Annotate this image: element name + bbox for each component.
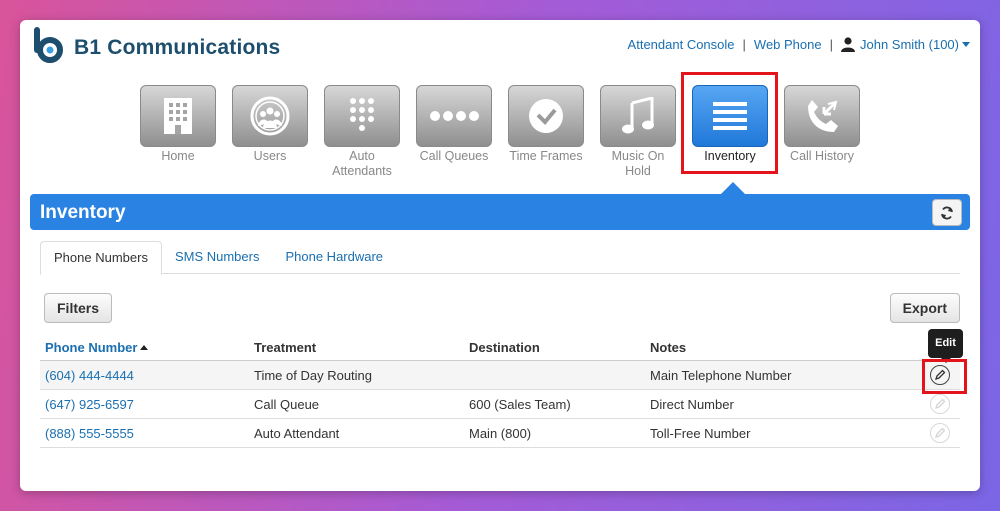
users-icon [232, 85, 308, 147]
building-icon [140, 85, 216, 147]
phone-number-link[interactable]: (604) 444-4444 [45, 368, 134, 383]
user-icon [841, 37, 855, 52]
nav-home[interactable]: Home [140, 85, 216, 179]
nav-label: Music On Hold [611, 149, 665, 178]
phone-numbers-table: Phone Number Treatment Destination Notes… [40, 335, 960, 448]
refresh-button[interactable] [932, 199, 962, 226]
separator: | [829, 37, 833, 52]
tab-phone-hardware[interactable]: Phone Hardware [272, 241, 396, 274]
export-button[interactable]: Export [889, 293, 960, 323]
phone-number-link[interactable]: (888) 555-5555 [45, 426, 134, 441]
edit-tooltip: Edit [928, 329, 963, 358]
separator: | [742, 37, 746, 52]
dots-icon [416, 85, 492, 147]
b1-logo-icon [30, 24, 66, 64]
edit-button[interactable] [930, 394, 950, 414]
column-phone-number[interactable]: Phone Number [40, 340, 254, 355]
column-notes: Notes [650, 340, 687, 355]
column-treatment: Treatment [254, 340, 317, 355]
nav-label: Call History [790, 149, 854, 163]
filters-button[interactable]: Filters [44, 293, 113, 323]
pencil-icon [934, 427, 946, 439]
destination-cell: 600 (Sales Team) [469, 396, 571, 412]
tab-phone-numbers[interactable]: Phone Numbers [40, 241, 162, 275]
highlight-box [681, 72, 778, 174]
phone-number-link[interactable]: (647) 925-6597 [45, 397, 134, 412]
treatment-cell: Call Queue [254, 396, 320, 412]
column-destination: Destination [469, 340, 540, 355]
page-banner: Inventory [30, 194, 970, 230]
page-title: Inventory [40, 202, 126, 223]
main-card: B1 Communications Attendant Console | We… [20, 20, 980, 491]
call-history-icon [784, 85, 860, 147]
active-pointer [721, 182, 745, 194]
web-phone-link[interactable]: Web Phone [754, 37, 822, 52]
nav-label: Call Queues [419, 149, 489, 163]
table-row: (888) 555-5555 Auto Attendant Main (800)… [40, 419, 960, 448]
caret-down-icon [962, 42, 970, 47]
nav-users[interactable]: Users [232, 85, 308, 179]
destination-cell: Main (800) [469, 425, 532, 441]
treatment-cell: Time of Day Routing [254, 367, 373, 383]
nav-label: Time Frames [509, 149, 583, 163]
pencil-icon [934, 398, 946, 410]
nav-time-frames[interactable]: Time Frames [508, 85, 584, 179]
sort-asc-icon [140, 345, 149, 350]
tab-sms-numbers[interactable]: SMS Numbers [162, 241, 273, 274]
nav-auto-attendants[interactable]: Auto Attendants [324, 85, 400, 179]
attendant-console-link[interactable]: Attendant Console [628, 37, 735, 52]
treatment-cell: Auto Attendant [254, 425, 340, 441]
brand-logo[interactable]: B1 Communications [30, 24, 280, 64]
notes-cell: Main Telephone Number [650, 367, 792, 383]
nav-label: Users [253, 149, 287, 163]
user-name: John Smith (100) [860, 37, 959, 52]
top-links: Attendant Console | Web Phone | John Smi… [628, 37, 970, 52]
user-menu[interactable]: John Smith (100) [841, 37, 970, 52]
highlight-box [922, 359, 967, 394]
notes-cell: Toll-Free Number [650, 425, 751, 441]
column-label: Phone Number [45, 340, 138, 355]
edit-button[interactable] [930, 423, 950, 443]
nav-label: Auto Attendants [332, 149, 392, 178]
clock-icon [508, 85, 584, 147]
nav-call-history[interactable]: Call History [784, 85, 860, 179]
table-row: (604) 444-4444 Time of Day Routing Main … [40, 361, 960, 390]
brand-name: B1 Communications [74, 36, 281, 59]
keypad-icon [324, 85, 400, 147]
music-note-icon [600, 85, 676, 147]
nav-call-queues[interactable]: Call Queues [416, 85, 492, 179]
nav-music-on-hold[interactable]: Music On Hold [600, 85, 676, 179]
table-header: Phone Number Treatment Destination Notes [40, 335, 960, 361]
nav-label: Home [161, 149, 195, 163]
inventory-tabs: Phone Numbers SMS Numbers Phone Hardware [40, 241, 960, 275]
table-row: (647) 925-6597 Call Queue 600 (Sales Tea… [40, 390, 960, 419]
notes-cell: Direct Number [650, 396, 734, 412]
refresh-icon [941, 206, 953, 219]
